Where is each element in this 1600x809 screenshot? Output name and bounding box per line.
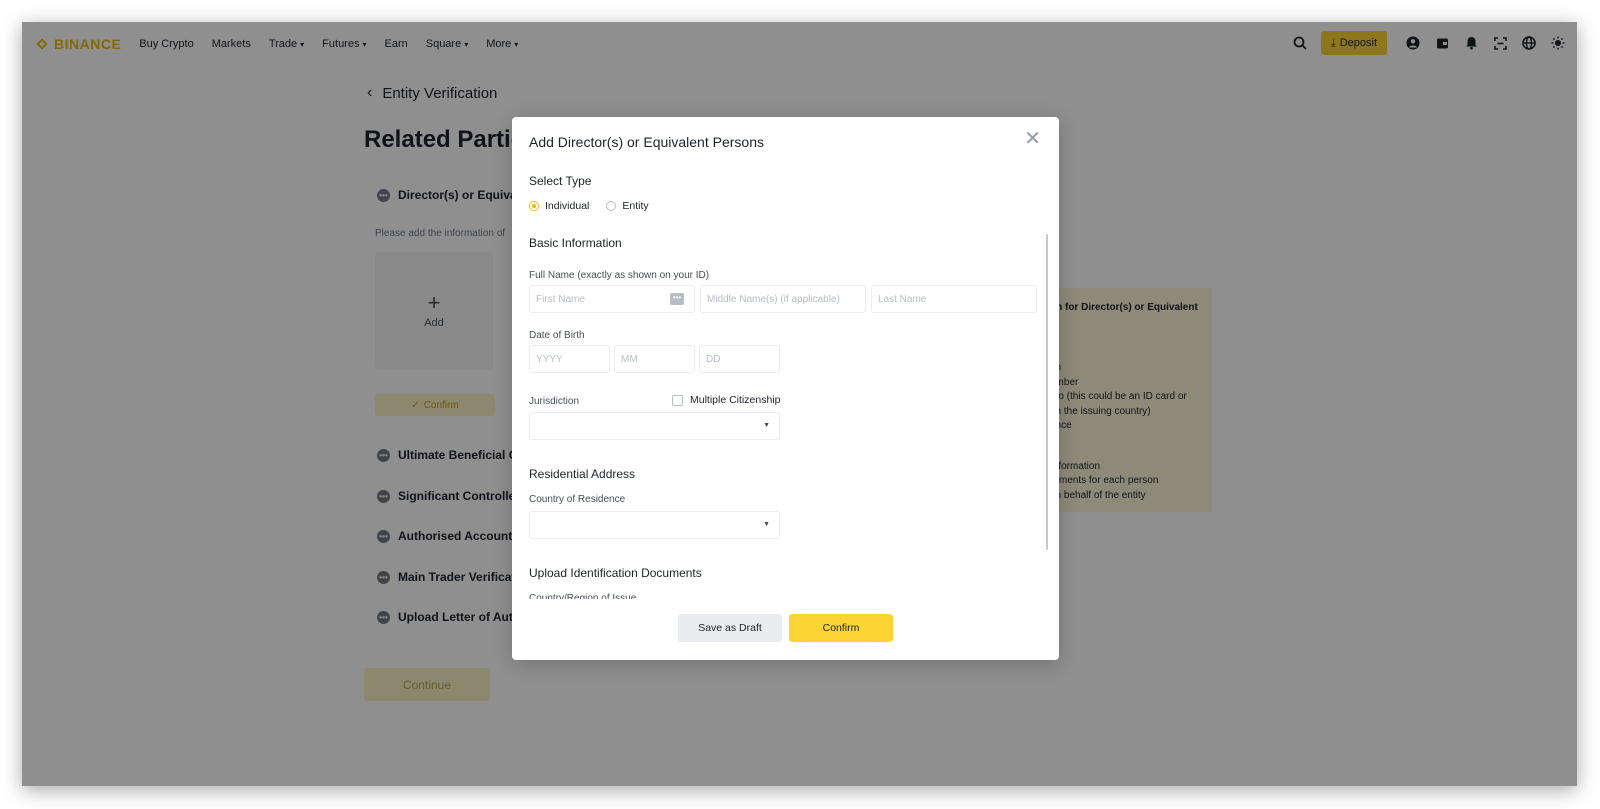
caret-down-icon: ▼	[763, 521, 770, 528]
first-name-input[interactable]: First Name •••	[529, 285, 695, 313]
last-name-input[interactable]: Last Name	[871, 285, 1037, 313]
modal-scrollbar[interactable]	[1046, 234, 1048, 550]
confirm-button[interactable]: Confirm	[789, 614, 893, 642]
dob-year-placeholder: YYYY	[536, 353, 563, 365]
partially-visible-label: Country/Region of Issue	[529, 593, 637, 599]
first-name-placeholder: First Name	[536, 293, 585, 305]
multiple-citizenship-checkbox[interactable]: Multiple Citizenship	[672, 394, 780, 406]
radio-individual-label[interactable]: Individual	[545, 200, 589, 212]
autofill-icon[interactable]: •••	[670, 293, 684, 305]
country-of-residence-label: Country of Residence	[529, 494, 626, 505]
multiple-citizenship-label: Multiple Citizenship	[690, 394, 781, 406]
radio-entity-label[interactable]: Entity	[622, 200, 648, 212]
dob-month-input[interactable]: MM	[614, 345, 695, 373]
save-as-draft-button[interactable]: Save as Draft	[678, 614, 782, 642]
checkbox[interactable]	[672, 394, 683, 406]
middle-name-input[interactable]: Middle Name(s) (if applicable)	[700, 285, 866, 313]
middle-name-placeholder: Middle Name(s) (if applicable)	[707, 293, 840, 305]
browser-window: BINANCE Buy Crypto Markets Trade ▾ Future…	[22, 22, 1577, 786]
residential-address-heading: Residential Address	[529, 467, 636, 481]
dob-month-placeholder: MM	[621, 353, 638, 365]
modal-title: Add Director(s) or Equivalent Persons	[529, 134, 764, 150]
add-director-modal: Add Director(s) or Equivalent Persons ✕ …	[512, 117, 1059, 660]
type-radio-group: Individual Entity	[529, 200, 649, 212]
close-icon[interactable]: ✕	[1024, 129, 1041, 149]
radio-individual[interactable]	[529, 201, 539, 211]
jurisdiction-label: Jurisdiction	[529, 396, 580, 407]
select-type-label: Select Type	[529, 174, 592, 188]
jurisdiction-select[interactable]: ▼	[529, 412, 780, 440]
full-name-label: Full Name (exactly as shown on your ID)	[529, 270, 710, 281]
dob-day-placeholder: DD	[706, 353, 721, 365]
dob-year-input[interactable]: YYYY	[529, 345, 610, 373]
upload-documents-heading: Upload Identification Documents	[529, 566, 702, 580]
dob-label: Date of Birth	[529, 330, 585, 341]
dob-day-input[interactable]: DD	[699, 345, 780, 373]
country-of-residence-select[interactable]: ▼	[529, 511, 780, 539]
last-name-placeholder: Last Name	[878, 293, 927, 305]
basic-information-heading: Basic Information	[529, 236, 622, 250]
caret-down-icon: ▼	[763, 422, 770, 429]
radio-entity[interactable]	[606, 201, 617, 211]
